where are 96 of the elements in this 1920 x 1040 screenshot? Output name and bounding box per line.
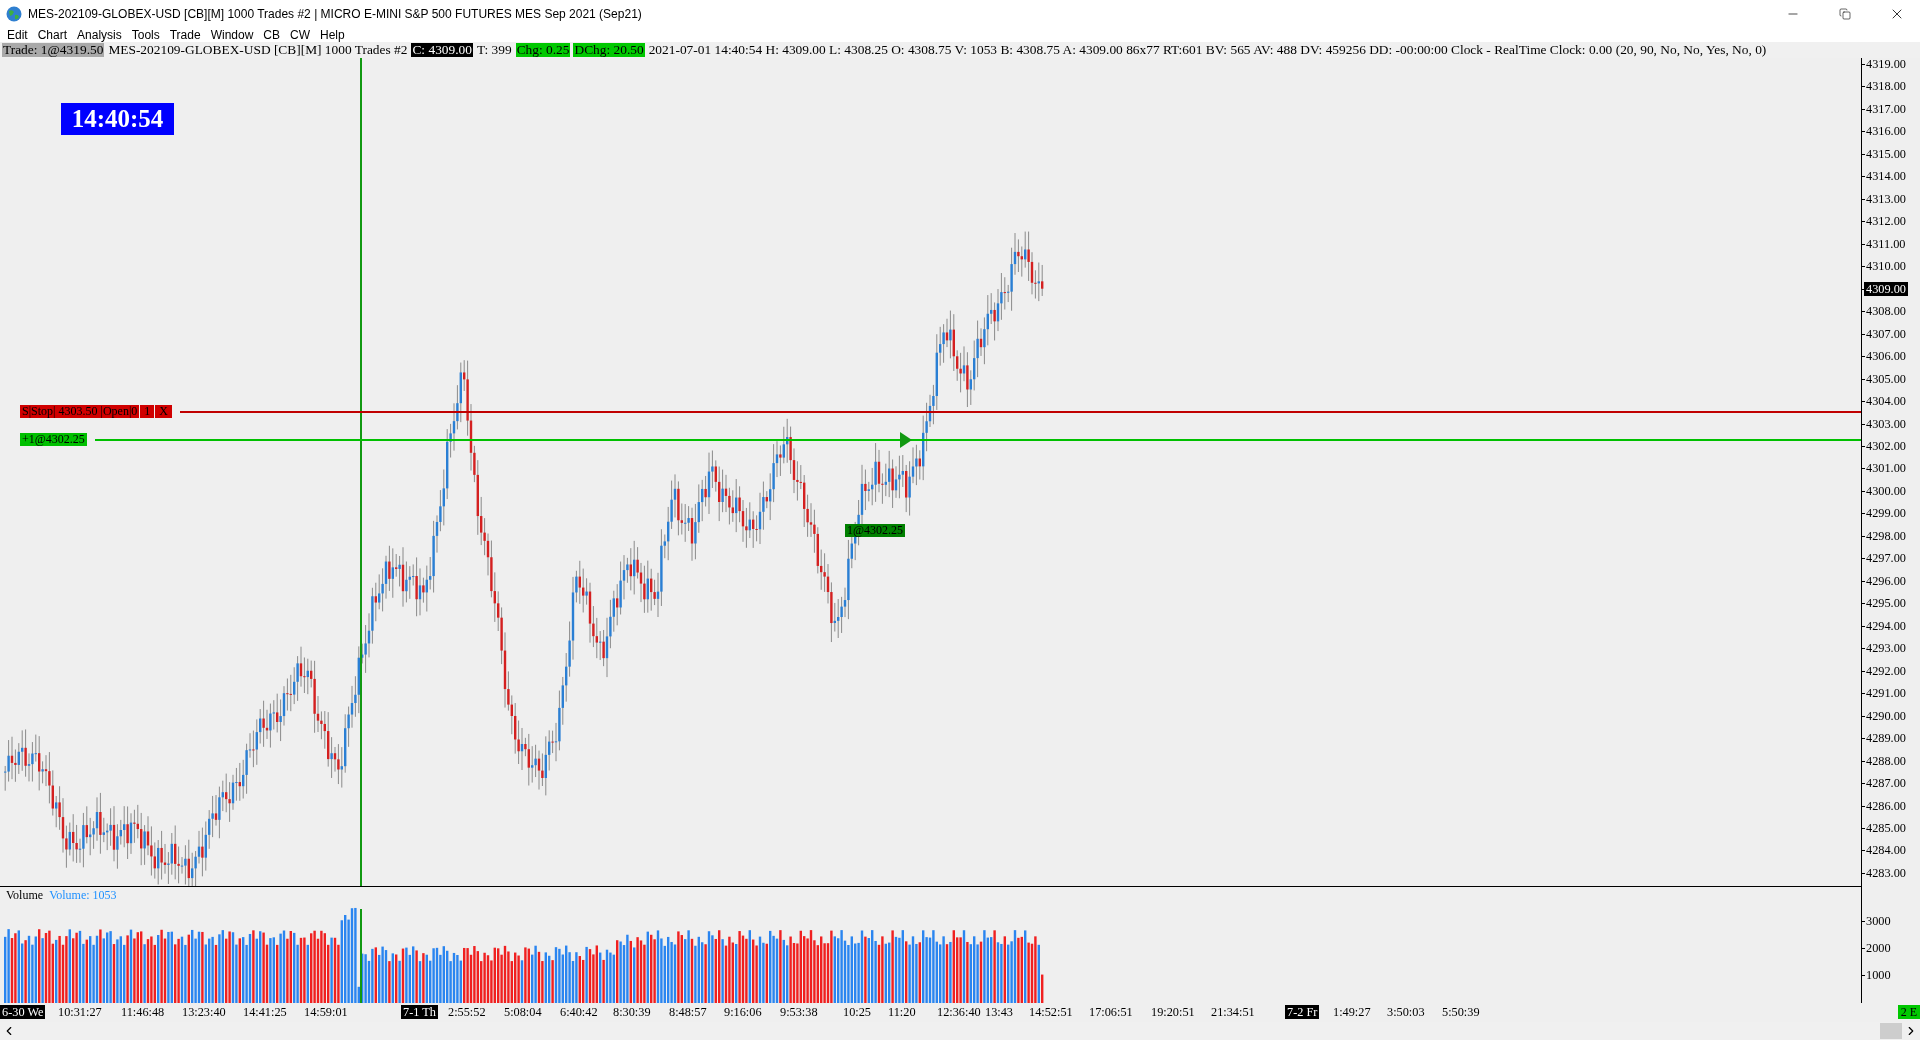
price-label: 4314.00	[1865, 169, 1907, 184]
price-label: 4303.00	[1865, 416, 1907, 431]
quote-field: Trade: 1@4319.50	[2, 43, 105, 57]
time-label: 10:25	[842, 1005, 872, 1019]
time-label: 2:55:52	[447, 1005, 487, 1019]
price-label: 4313.00	[1865, 191, 1907, 206]
price-label: 4298.00	[1865, 528, 1907, 543]
price-label: 4308.00	[1865, 304, 1907, 319]
restore-icon	[1839, 8, 1851, 20]
price-label: 4295.00	[1865, 596, 1907, 611]
price-label: 4304.00	[1865, 394, 1907, 409]
fill-label: 1@4302.25	[845, 524, 906, 537]
date-label: 7-2 Fr	[1285, 1005, 1320, 1019]
volume-axis-label: 2000	[1865, 941, 1892, 955]
price-label: 4283.00	[1865, 865, 1907, 880]
quote-field: C: 4309.00	[411, 43, 473, 57]
time-label: 11:46:48	[120, 1005, 166, 1019]
price-label: 4291.00	[1865, 686, 1907, 701]
price-label: 4285.00	[1865, 820, 1907, 835]
stop-order-label: S|Stop| 4303.50 |Open|0	[20, 405, 140, 419]
price-label: 4311.00	[1865, 236, 1907, 251]
cancel-order-button[interactable]: X	[155, 405, 172, 419]
time-label: 10:31:27	[57, 1005, 103, 1019]
date-label: 6-30 We	[0, 1005, 46, 1019]
menu-item[interactable]: Analysis	[72, 28, 127, 42]
price-label: 4294.00	[1865, 618, 1907, 633]
price-label: 4293.00	[1865, 641, 1907, 656]
globe-icon	[6, 6, 22, 22]
time-label: 9:16:06	[723, 1005, 763, 1019]
quote-field: 2021-07-01 14:40:54 H: 4309.00 L: 4308.25 O: 4308.75 V: 1053 B: 4308.75 A: 4309.00 86x77 RT:601 BV: 565 AV: 488 DV: 459256 DD: -00:00:00 Clock - RealTime Clock: 0.00 (20, 90, No, No, Yes, No, 0)	[647, 43, 1768, 57]
price-label: 4301.00	[1865, 461, 1907, 476]
time-label: 14:41:25	[242, 1005, 288, 1019]
time-label: 13:23:40	[181, 1005, 227, 1019]
price-label: 4309.00	[1864, 281, 1908, 296]
price-label: 4289.00	[1865, 731, 1907, 746]
volume-axis-label: 3000	[1865, 914, 1892, 928]
clock-display: 14:40:54	[61, 103, 174, 135]
quote-field: DChg: 20.50	[573, 43, 645, 57]
date-label: 7-1 Th	[401, 1005, 438, 1019]
menu-item[interactable]: Help	[315, 28, 350, 42]
quantity-button[interactable]: 1	[140, 405, 155, 419]
menu-item[interactable]: Tools	[126, 28, 165, 42]
volume-axis-label: 1000	[1865, 968, 1892, 982]
price-label: 4296.00	[1865, 573, 1907, 588]
price-label: 4306.00	[1865, 349, 1907, 364]
menu-item[interactable]: Trade	[164, 28, 206, 42]
time-label: 8:48:57	[668, 1005, 708, 1019]
time-label: 8:30:39	[612, 1005, 652, 1019]
price-label: 4307.00	[1865, 326, 1907, 341]
price-label: 4299.00	[1865, 506, 1907, 521]
price-label: 4305.00	[1865, 371, 1907, 386]
time-label: 19:20:51	[1150, 1005, 1196, 1019]
price-label: 4316.00	[1865, 124, 1907, 139]
price-label: 4288.00	[1865, 753, 1907, 768]
time-label: 14:52:51	[1028, 1005, 1074, 1019]
time-label: 17:06:51	[1088, 1005, 1134, 1019]
quote-field: Chg: 0.25	[515, 43, 571, 57]
menu-item[interactable]: Chart	[32, 28, 73, 42]
indicator-title: Volume	[6, 888, 44, 903]
price-label: 4312.00	[1865, 214, 1907, 229]
quote-field: MES-202109-GLOBEX-USD [CB][M] 1000 Trades #2	[107, 43, 409, 57]
time-label: 9:53:38	[779, 1005, 819, 1019]
price-label: 4318.00	[1865, 79, 1907, 94]
price-label: 4300.00	[1865, 483, 1907, 498]
menu-item[interactable]: CB	[258, 28, 285, 42]
quote-field: T: 399	[475, 43, 513, 57]
price-label: 4292.00	[1865, 663, 1907, 678]
price-label: 4315.00	[1865, 146, 1907, 161]
volume-reading: Volume: 1053	[49, 888, 117, 903]
time-label: 11:20	[887, 1005, 917, 1019]
menu-item[interactable]: Window	[205, 28, 259, 42]
price-label: 4286.00	[1865, 798, 1907, 813]
time-label: 14:59:01	[303, 1005, 349, 1019]
price-label: 4297.00	[1865, 551, 1907, 566]
time-label: 21:34:51	[1210, 1005, 1256, 1019]
time-label: 5:08:04	[503, 1005, 543, 1019]
time-label: 5:50:39	[1441, 1005, 1481, 1019]
status-badge: 2 E	[1897, 1005, 1920, 1019]
fill-marker-icon	[900, 432, 912, 449]
price-label: 4287.00	[1865, 776, 1907, 791]
window-title: MES-202109-GLOBEX-USD [CB][M] 1000 Trades #2 | MICRO E-MINI S&P 500 FUTURES MES Sep 2021 (Sep21)	[28, 7, 643, 21]
time-label: 12:36:40	[936, 1005, 982, 1019]
time-label: 1:49:27	[1332, 1005, 1372, 1019]
price-label: 4317.00	[1865, 101, 1907, 116]
price-label: 4319.00	[1865, 57, 1907, 71]
position-label: +1@4302.25	[20, 433, 87, 447]
price-label: 4290.00	[1865, 708, 1907, 723]
time-label: 13:43	[984, 1005, 1014, 1019]
time-label: 6:40:42	[559, 1005, 599, 1019]
scroll-thumb[interactable]	[1880, 1023, 1902, 1039]
menu-item[interactable]: Edit	[2, 28, 33, 42]
price-label: 4302.00	[1865, 439, 1907, 453]
time-label: 3:50:03	[1386, 1005, 1426, 1019]
price-label: 4284.00	[1865, 843, 1907, 858]
price-label: 4310.00	[1865, 259, 1907, 274]
menu-item[interactable]: CW	[285, 28, 315, 42]
